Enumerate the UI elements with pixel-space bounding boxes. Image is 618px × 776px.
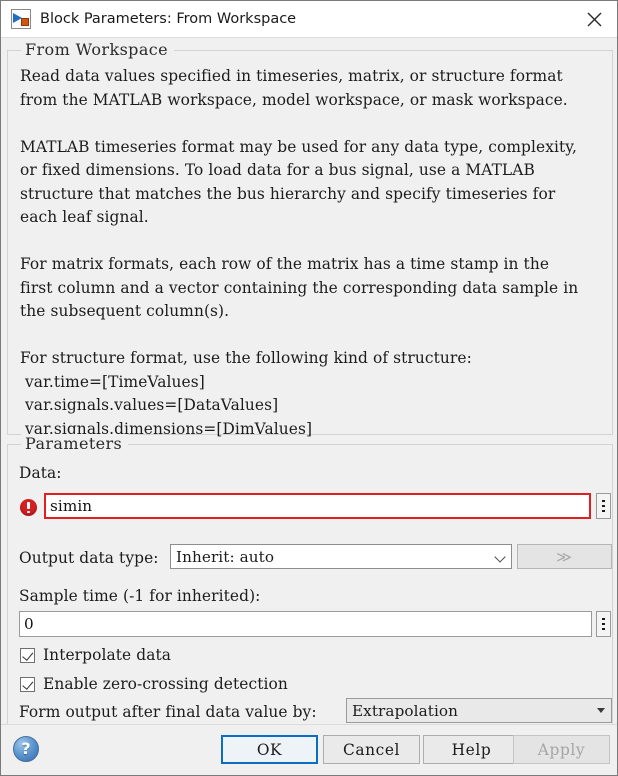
output-data-type-value: Inherit: auto <box>176 547 275 566</box>
help-glyph: ? <box>21 738 31 758</box>
zero-crossing-checkbox[interactable]: Enable zero-crossing detection <box>20 675 288 693</box>
sample-time-label: Sample time (-1 for inherited): <box>19 587 261 605</box>
data-error-icon <box>20 499 37 516</box>
form-output-select[interactable]: Extrapolation <box>346 698 612 723</box>
help-icon[interactable]: ? <box>13 736 39 762</box>
dialog-footer: ? OK Cancel Help Apply <box>1 724 617 775</box>
data-more-button[interactable] <box>596 493 611 519</box>
triangle-down-icon <box>597 708 605 713</box>
cancel-button[interactable]: Cancel <box>323 735 420 764</box>
data-label: Data: <box>19 464 62 482</box>
close-icon[interactable] <box>571 1 617 37</box>
chevron-down-icon <box>494 550 507 563</box>
dialog-content: From Workspace Read data values specifie… <box>1 38 617 731</box>
block-parameters-dialog: Block Parameters: From Workspace From Wo… <box>0 0 618 776</box>
output-data-type-label: Output data type: <box>19 549 159 567</box>
checkmark-icon <box>20 676 35 692</box>
help-button[interactable]: Help <box>423 735 520 764</box>
form-output-value: Extrapolation <box>352 701 459 720</box>
output-data-type-expand-button[interactable]: ≫ <box>517 544 612 569</box>
parameters-body: Data: Output data type: Inherit: auto ≫ … <box>8 445 612 730</box>
parameters-groupbox: Parameters Data: Output data type: Inher… <box>7 434 613 731</box>
sample-time-more-button[interactable] <box>596 611 611 637</box>
zero-crossing-label: Enable zero-crossing detection <box>43 675 288 693</box>
interpolate-data-checkbox[interactable]: Interpolate data <box>20 646 171 664</box>
simulink-block-icon <box>11 9 31 29</box>
sample-time-input[interactable] <box>19 611 592 637</box>
data-input[interactable] <box>44 493 591 519</box>
form-output-label: Form output after final data value by: <box>19 703 317 721</box>
window-title: Block Parameters: From Workspace <box>40 11 297 27</box>
apply-button: Apply <box>513 735 610 764</box>
checkmark-icon <box>20 647 35 663</box>
ok-button[interactable]: OK <box>221 735 318 764</box>
output-data-type-select[interactable]: Inherit: auto <box>170 544 512 569</box>
description-groupbox: From Workspace Read data values specifie… <box>7 40 613 438</box>
block-description-text: Read data values specified in timeseries… <box>20 67 579 438</box>
description-group-legend: From Workspace <box>21 40 174 59</box>
title-bar: Block Parameters: From Workspace <box>1 1 617 38</box>
interpolate-data-label: Interpolate data <box>43 646 172 664</box>
